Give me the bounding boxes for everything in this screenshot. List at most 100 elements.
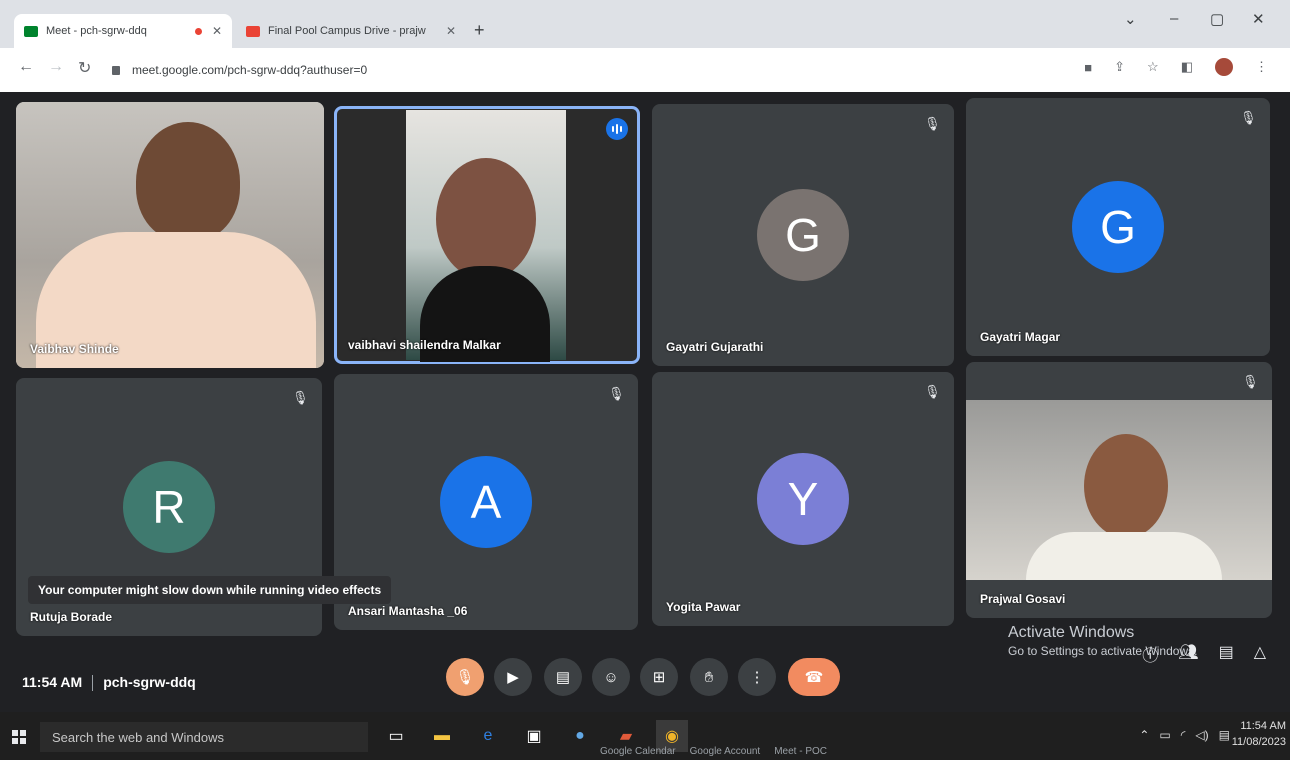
phone-hangup-icon: ☎ xyxy=(804,669,824,686)
raise-hand-button[interactable]: ✋︎ xyxy=(690,658,728,696)
taskbar-search-input[interactable]: Search the web and Windows xyxy=(40,722,368,752)
battery-icon[interactable]: ▭ xyxy=(1159,728,1170,742)
file-explorer-icon[interactable]: ▬ xyxy=(426,720,458,752)
meet-favicon-icon xyxy=(24,25,38,37)
recording-dot-icon xyxy=(194,27,202,35)
participant-name: Gayatri Magar xyxy=(980,330,1061,344)
camera-indicator-icon[interactable]: ■ xyxy=(1084,60,1092,75)
more-vert-icon: ⋮ xyxy=(749,669,765,686)
close-window-button[interactable]: ✕ xyxy=(1252,10,1265,28)
tab-title: Final Pool Campus Drive - prajw xyxy=(268,25,426,37)
meeting-time: 11:54 AM xyxy=(22,674,83,690)
share-icon[interactable]: ⇪ xyxy=(1114,59,1125,75)
captions-button[interactable]: ▤ xyxy=(544,658,582,696)
mic-off-icon: 🎙︎ xyxy=(455,669,475,686)
participant-tile[interactable]: Vaibhav Shinde xyxy=(16,102,324,368)
browser-tab-bar: Meet - pch-sgrw-ddq ✕ Final Pool Campus … xyxy=(0,0,1290,48)
mic-off-icon: 🎙︎ xyxy=(608,386,625,401)
url-field[interactable]: meet.google.com/pch-sgrw-ddq?authuser=0 xyxy=(112,58,1072,82)
meeting-code: pch-sgrw-ddq xyxy=(103,674,196,690)
emoji-icon: ☺ xyxy=(603,668,619,686)
tab-meet[interactable]: Meet - pch-sgrw-ddq ✕ xyxy=(14,14,232,48)
mic-off-icon: 🎙︎ xyxy=(292,390,309,405)
participant-head xyxy=(136,122,240,242)
video-effects-toast: Your computer might slow down while runn… xyxy=(28,576,392,604)
sidepanel-icon[interactable]: ◧ xyxy=(1181,59,1193,75)
meet-control-bar: 11:54 AM pch-sgrw-ddq 🎙︎ ▶ ▤ ☺ ⊞ ✋︎ ⋮ ☎ xyxy=(0,652,1290,712)
search-placeholder: Search the web and Windows xyxy=(52,729,224,745)
windows-start-button[interactable] xyxy=(12,730,26,744)
forward-button[interactable]: → xyxy=(48,58,64,76)
meeting-details: 11:54 AM pch-sgrw-ddq xyxy=(22,674,196,692)
participant-tile[interactable]: 🎙︎ G Gayatri Gujarathi xyxy=(652,104,954,366)
avatar: R xyxy=(123,461,215,553)
participant-tile[interactable]: vaibhavi shailendra Malkar xyxy=(334,106,640,364)
avatar: G xyxy=(1072,181,1164,273)
system-tray: ⌃ ▭ ◜ ◁) ▤ xyxy=(1139,728,1230,742)
wifi-icon[interactable]: ◜ xyxy=(1181,728,1186,742)
emoji-button[interactable]: ☺ xyxy=(592,658,630,696)
participant-tile[interactable]: 🎙︎ G Gayatri Magar xyxy=(966,98,1270,356)
tab-gmail[interactable]: Final Pool Campus Drive - prajw ✕ xyxy=(236,14,466,48)
ghost-tab: Google Calendar xyxy=(600,746,676,757)
more-options-button[interactable]: ⋮ xyxy=(738,658,776,696)
mic-off-icon: 🎙︎ xyxy=(1240,110,1257,125)
participant-name: Ansari Mantasha _06 xyxy=(348,604,468,618)
reload-button[interactable]: ↻ xyxy=(78,58,91,78)
photos-icon[interactable]: ● xyxy=(564,720,596,752)
speaking-indicator-icon xyxy=(606,118,628,140)
participant-name: Vaibhav Shinde xyxy=(30,342,119,356)
close-icon[interactable]: ✕ xyxy=(212,24,222,38)
avatar: Y xyxy=(757,453,849,545)
chevron-up-icon[interactable]: ⌃ xyxy=(1139,728,1149,742)
participant-name: Gayatri Gujarathi xyxy=(666,340,764,354)
captions-icon: ▤ xyxy=(555,669,571,686)
gmail-favicon-icon xyxy=(246,25,260,37)
new-tab-button[interactable]: + xyxy=(474,20,485,41)
participant-shirt xyxy=(1026,532,1222,580)
volume-icon[interactable]: ◁) xyxy=(1195,728,1208,742)
avatar: A xyxy=(440,456,532,548)
participant-head xyxy=(1084,434,1168,538)
end-call-button[interactable]: ☎ xyxy=(788,658,840,696)
close-icon[interactable]: ✕ xyxy=(446,24,456,38)
browser-toolbar-icons: ■ ⇪ ☆ ◧ ⋮ xyxy=(1084,58,1268,76)
present-icon: ⊞ xyxy=(652,669,666,686)
participant-name: vaibhavi shailendra Malkar xyxy=(348,338,501,352)
participant-tile[interactable]: 🎙︎ Y Yogita Pawar xyxy=(652,372,954,626)
clock-date: 11/08/2023 xyxy=(1231,736,1286,748)
participant-tile[interactable]: 🎙︎ Prajwal Gosavi xyxy=(966,362,1272,618)
participant-name: Rutuja Borade xyxy=(30,610,113,624)
participant-name: Yogita Pawar xyxy=(666,600,741,614)
chevron-down-icon[interactable]: ⌄ xyxy=(1124,10,1137,28)
url-text: meet.google.com/pch-sgrw-ddq?authuser=0 xyxy=(132,63,368,77)
clock-time: 11:54 AM xyxy=(1240,720,1286,732)
taskbar-clock[interactable]: 11:54 AM 11/08/2023 xyxy=(1232,718,1286,750)
mic-off-icon: 🎙︎ xyxy=(1242,374,1259,389)
mic-off-icon: 🎙︎ xyxy=(924,116,941,131)
star-icon[interactable]: ☆ xyxy=(1147,59,1159,75)
lock-icon xyxy=(112,65,120,75)
mic-toggle-button[interactable]: 🎙︎ xyxy=(446,658,484,696)
profile-avatar[interactable] xyxy=(1215,58,1233,76)
menu-icon[interactable]: ⋮ xyxy=(1255,59,1268,75)
back-button[interactable]: ← xyxy=(18,58,34,76)
background-window-tabs: Google Calendar Google Account Meet - PO… xyxy=(600,746,827,757)
minimize-button[interactable]: – xyxy=(1170,10,1178,27)
task-view-icon[interactable]: ▭ xyxy=(380,720,412,752)
present-button[interactable]: ⊞ xyxy=(640,658,678,696)
participant-head xyxy=(436,158,536,280)
participant-name: Prajwal Gosavi xyxy=(980,592,1066,606)
ghost-tab: Google Account xyxy=(689,746,761,757)
activate-title: Activate Windows xyxy=(1008,624,1135,641)
avatar: G xyxy=(757,189,849,281)
store-icon[interactable]: ▣ xyxy=(518,720,550,752)
hand-icon: ✋︎ xyxy=(704,668,714,686)
notifications-icon[interactable]: ▤ xyxy=(1219,728,1230,742)
video-camera-icon: ▶ xyxy=(507,669,519,686)
mic-off-icon: 🎙︎ xyxy=(924,384,941,399)
edge-icon[interactable]: e xyxy=(472,720,504,752)
camera-toggle-button[interactable]: ▶ xyxy=(494,658,532,696)
tab-title: Meet - pch-sgrw-ddq xyxy=(46,25,147,37)
maximize-button[interactable]: ▢ xyxy=(1210,10,1224,28)
